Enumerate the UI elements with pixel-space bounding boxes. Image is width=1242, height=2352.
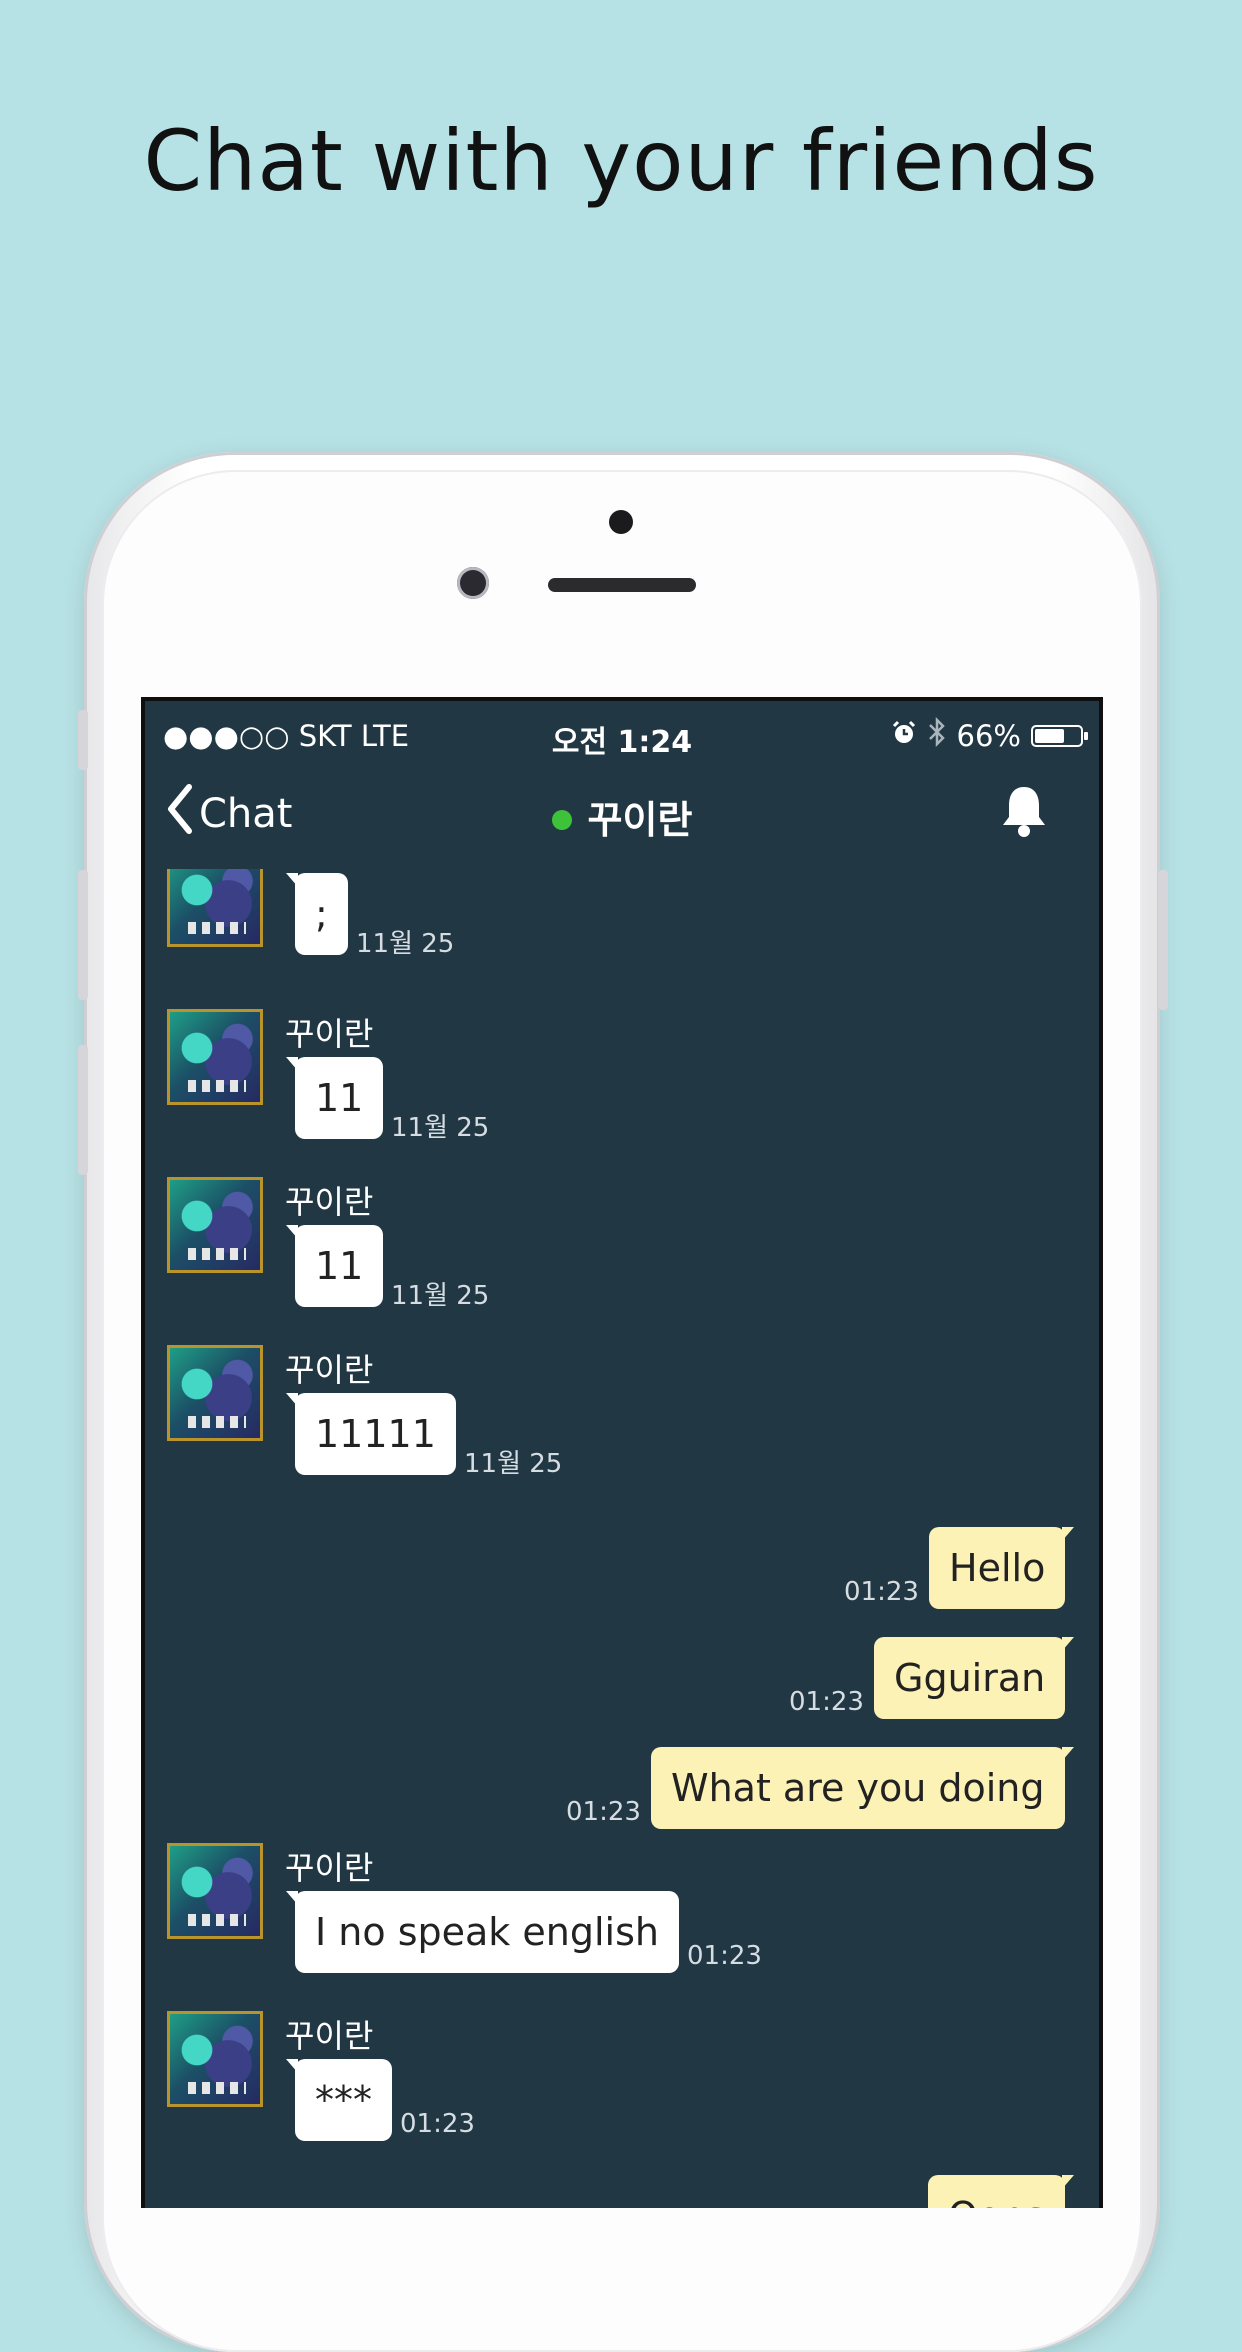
incoming-message: ; 11월 25 (145, 869, 1099, 1001)
avatar[interactable] (167, 1177, 263, 1273)
phone-screen: ●●●○○ SKT LTE 오전 1:24 66% Chat 꾸이란 ; 11월… (141, 697, 1103, 2208)
incoming-message: 꾸이란 I no speak english 01:23 (145, 1843, 1099, 1993)
message-bubble[interactable]: ; (286, 873, 348, 955)
message-bubble[interactable]: What are you doing (651, 1747, 1073, 1829)
message-bubble[interactable]: 11 (285, 1225, 384, 1307)
front-camera (457, 567, 489, 599)
avatar[interactable] (167, 1843, 263, 1939)
online-status-icon (551, 809, 572, 830)
message-bubble[interactable]: I no speak english (286, 1891, 679, 1973)
message-list[interactable]: ; 11월 25 꾸이란 11 11월 25 꾸이란 11 11월 25 꾸이란 11111 11월… (145, 869, 1099, 2208)
avatar[interactable] (167, 1009, 263, 1105)
avatar[interactable] (167, 2011, 263, 2107)
proximity-sensor (609, 510, 633, 534)
alarm-icon (891, 719, 917, 753)
contact-name: 꾸이란 (587, 798, 693, 842)
sender-name: 꾸이란 (285, 1351, 374, 1389)
sender-name: 꾸이란 (285, 1849, 374, 1887)
message-bubble[interactable]: 11111 (286, 1393, 456, 1475)
message-timestamp: 01:23 (844, 1577, 919, 1607)
avatar[interactable] (167, 1345, 263, 1441)
nav-bar: Chat 꾸이란 (145, 769, 1099, 869)
notification-bell-icon[interactable] (999, 783, 1049, 839)
avatar[interactable] (167, 869, 263, 947)
status-bar: ●●●○○ SKT LTE 오전 1:24 66% (145, 701, 1099, 769)
battery-percent: 66% (956, 718, 1021, 753)
incoming-message: 꾸이란 *** 01:23 (145, 2011, 1099, 2161)
message-bubble[interactable]: 11 (285, 1057, 384, 1139)
earpiece-speaker (548, 578, 696, 592)
message-bubble[interactable]: Hello (929, 1527, 1075, 1609)
message-timestamp: 11월 25 (464, 1449, 563, 1479)
chat-title: 꾸이란 (145, 789, 1099, 844)
message-bubble[interactable]: Oops (928, 2175, 1075, 2208)
side-button-volume-down (78, 1045, 88, 1175)
message-timestamp: 11월 25 (356, 929, 455, 959)
message-timestamp: 01:23 (566, 1797, 641, 1827)
sender-name: 꾸이란 (285, 1015, 374, 1053)
sender-name: 꾸이란 (285, 2017, 374, 2055)
chat-screen: ●●●○○ SKT LTE 오전 1:24 66% Chat 꾸이란 ; 11월… (145, 701, 1099, 2208)
message-timestamp: 11월 25 (391, 1113, 490, 1143)
outgoing-message: Oops (145, 2175, 1099, 2208)
sender-name: 꾸이란 (285, 1183, 374, 1221)
message-timestamp: 01:23 (687, 1941, 762, 1971)
message-timestamp: 01:23 (789, 1687, 864, 1717)
side-button-power (1158, 870, 1168, 1010)
promo-headline: Chat with your friends (143, 112, 1099, 210)
side-button-mute (78, 710, 88, 770)
message-timestamp: 01:23 (400, 2109, 475, 2139)
incoming-message: 꾸이란 11111 11월 25 (145, 1345, 1099, 1495)
battery-icon (1031, 724, 1088, 747)
battery-level (1035, 728, 1065, 743)
message-timestamp: 11월 25 (391, 1281, 490, 1311)
incoming-message: 꾸이란 11 11월 25 (145, 1177, 1099, 1327)
message-bubble[interactable]: Gguiran (874, 1637, 1075, 1719)
status-indicators: 66% (891, 716, 1088, 754)
bluetooth-icon (927, 716, 947, 754)
incoming-message: 꾸이란 11 11월 25 (145, 1009, 1099, 1159)
side-button-volume-up (78, 870, 88, 1000)
message-bubble[interactable]: *** (286, 2059, 392, 2141)
